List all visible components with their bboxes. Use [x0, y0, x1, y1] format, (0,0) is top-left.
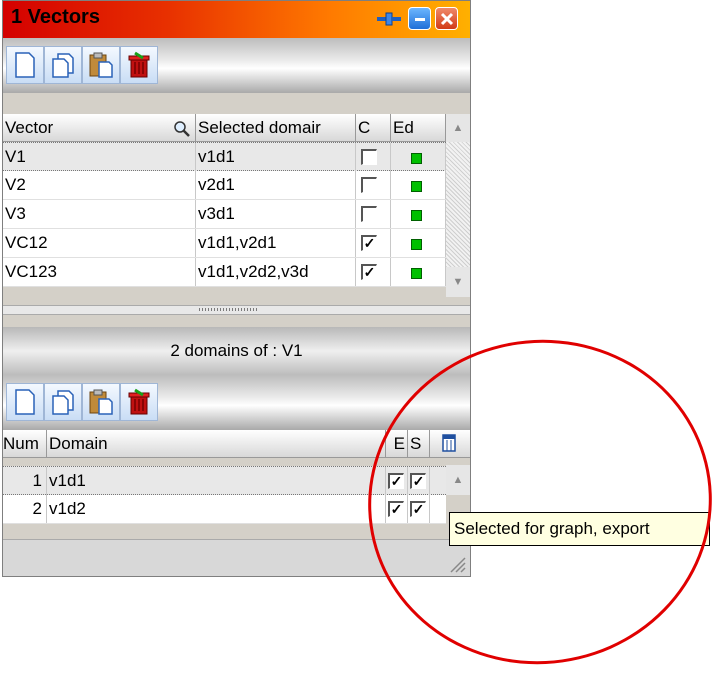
- c-cell: [356, 200, 391, 228]
- c-cell: ✓: [356, 258, 391, 286]
- vectors-scroll-down-button[interactable]: ▼: [446, 267, 470, 297]
- delete-vector-button[interactable]: [120, 46, 158, 84]
- copy-domain-button[interactable]: [44, 383, 82, 421]
- new-document-icon: [15, 389, 35, 415]
- c-checkbox[interactable]: ✓: [361, 235, 377, 251]
- paste-vector-button[interactable]: [82, 46, 120, 84]
- vector-name-cell[interactable]: VC123: [3, 258, 196, 286]
- selected-domain-cell[interactable]: v1d1,v2d1: [196, 229, 356, 257]
- ed-indicator-icon[interactable]: [411, 268, 422, 279]
- ed-column-header[interactable]: Ed: [391, 114, 446, 141]
- ed-indicator-icon[interactable]: [411, 239, 422, 250]
- c-checkbox[interactable]: [361, 149, 377, 165]
- minimize-icon: [414, 17, 425, 21]
- vector-column-header[interactable]: Vector: [3, 114, 196, 141]
- vectors-grid-header: Vector Selected domair C Ed: [3, 114, 446, 142]
- domain-name-cell[interactable]: v1d1: [47, 467, 386, 495]
- c-checkbox[interactable]: [361, 206, 377, 222]
- num-column-header[interactable]: Num: [3, 430, 47, 457]
- close-button[interactable]: [435, 7, 458, 30]
- vector-name-cell[interactable]: V1: [3, 143, 196, 171]
- domains-panel-header: 2 domains of : V1: [3, 327, 470, 375]
- ed-cell: [391, 143, 446, 171]
- copy-icon: [52, 390, 74, 415]
- selected-domain-cell[interactable]: v3d1: [196, 200, 356, 228]
- pin-button[interactable]: [374, 7, 404, 30]
- c-cell: [356, 171, 391, 199]
- selected-domain-cell[interactable]: v1d1,v2d2,v3d: [196, 258, 356, 286]
- vector-row[interactable]: VC12 v1d1,v2d1 ✓: [3, 229, 446, 258]
- copy-vector-button[interactable]: [44, 46, 82, 84]
- c-cell: ✓: [356, 229, 391, 257]
- delete-domain-button[interactable]: [120, 383, 158, 421]
- c-column-label: C: [358, 118, 371, 137]
- ed-cell: [391, 171, 446, 199]
- new-domain-button[interactable]: [6, 383, 44, 421]
- c-checkbox[interactable]: ✓: [361, 264, 377, 280]
- selected-domain-column-label: Selected domair: [198, 118, 321, 137]
- ed-column-label: Ed: [393, 118, 414, 137]
- paste-domain-button[interactable]: [82, 383, 120, 421]
- title-bar[interactable]: 1 Vectors: [3, 1, 470, 38]
- ed-indicator-icon[interactable]: [411, 153, 422, 164]
- minimize-button[interactable]: [408, 7, 431, 30]
- splitter-grip: [199, 308, 259, 311]
- ed-indicator-icon[interactable]: [411, 181, 422, 192]
- selected-domain-cell[interactable]: v1d1: [196, 143, 356, 171]
- new-vector-button[interactable]: [6, 46, 44, 84]
- vector-name-cell[interactable]: VC12: [3, 229, 196, 257]
- delete-icon: [128, 51, 150, 78]
- delete-icon: [128, 388, 150, 415]
- num-cell: 2: [3, 495, 47, 523]
- close-icon: [440, 12, 453, 25]
- vector-row[interactable]: VC123 v1d1,v2d2,v3d ✓: [3, 258, 446, 287]
- window-title: 1 Vectors: [11, 6, 100, 28]
- pin-icon: [377, 12, 401, 25]
- domain-column-header[interactable]: Domain: [47, 430, 386, 457]
- vector-name-cell[interactable]: V2: [3, 171, 196, 199]
- ed-cell: [391, 229, 446, 257]
- search-icon: [174, 121, 190, 137]
- c-cell: [356, 143, 391, 171]
- selected-domain-cell[interactable]: v2d1: [196, 171, 356, 199]
- new-document-icon: [15, 52, 35, 78]
- num-column-label: Num: [3, 434, 39, 453]
- vector-row[interactable]: V3 v3d1: [3, 200, 446, 229]
- vectors-scrollbar[interactable]: [446, 142, 470, 267]
- ed-cell: [391, 258, 446, 286]
- domain-name-cell[interactable]: v1d2: [47, 495, 386, 523]
- domain-column-label: Domain: [49, 434, 108, 453]
- paste-icon: [89, 52, 113, 78]
- ed-cell: [391, 200, 446, 228]
- vector-row[interactable]: V2 v2d1: [3, 171, 446, 200]
- vectors-scroll-up-button[interactable]: ▲: [446, 114, 470, 142]
- paste-icon: [89, 389, 113, 415]
- vector-name-cell[interactable]: V3: [3, 200, 196, 228]
- copy-icon: [52, 53, 74, 78]
- num-cell: 1: [3, 467, 47, 495]
- panel-splitter[interactable]: [3, 305, 470, 315]
- vector-row[interactable]: V1 v1d1: [3, 142, 446, 171]
- c-column-header[interactable]: C: [356, 114, 391, 141]
- vectors-toolbar: [3, 38, 470, 93]
- selected-domain-column-header[interactable]: Selected domair: [196, 114, 356, 141]
- c-checkbox[interactable]: [361, 177, 377, 193]
- ed-indicator-icon[interactable]: [411, 210, 422, 221]
- vector-column-label: Vector: [5, 118, 54, 137]
